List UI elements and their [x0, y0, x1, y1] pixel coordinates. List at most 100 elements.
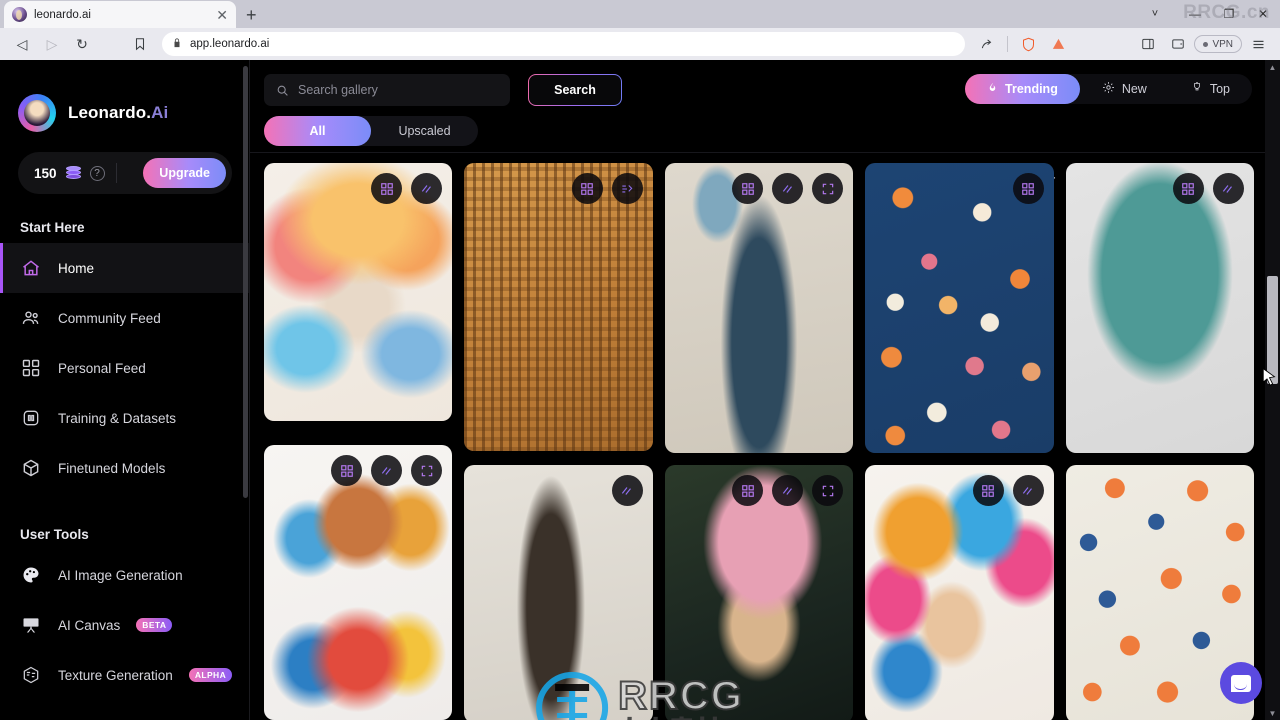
card-actions: [1172, 173, 1244, 204]
dataset-icon: [20, 407, 42, 429]
expand-icon[interactable]: [812, 173, 844, 204]
gallery-card-girl-with-glasses-colorful-splash[interactable]: [264, 445, 453, 720]
expand-icon[interactable]: [411, 455, 443, 486]
upscale-icon[interactable]: [571, 173, 603, 204]
motion-icon[interactable]: [1012, 475, 1044, 506]
filter-tab-all[interactable]: All: [264, 116, 371, 146]
lock-icon: [172, 37, 182, 51]
motion-icon[interactable]: [1212, 173, 1244, 204]
browser-actions: VPN: [973, 30, 1272, 58]
upscale-icon[interactable]: [331, 455, 363, 486]
sort-tabs: Trending New Top: [965, 74, 1252, 104]
credits-bar: 150 ? Upgrade: [18, 152, 232, 194]
card-actions: [571, 173, 643, 204]
upscale-icon[interactable]: [1172, 173, 1204, 204]
hamburger-menu-icon[interactable]: [1244, 30, 1272, 58]
sparkle-icon: [1102, 81, 1115, 97]
gallery-card-watercolor-lion-sunglasses[interactable]: [264, 163, 453, 421]
sidebar-item-home[interactable]: Home: [0, 243, 250, 293]
card-image: [264, 445, 453, 720]
search-icon: [276, 84, 289, 97]
reload-button[interactable]: ↻: [68, 30, 96, 58]
sidebar-item-personal-feed[interactable]: Personal Feed: [0, 343, 250, 393]
vpn-button[interactable]: VPN: [1194, 35, 1242, 53]
filter-tab-upscaled[interactable]: Upscaled: [371, 116, 478, 146]
gallery-card-koala-riding-bicycle[interactable]: [1065, 163, 1254, 453]
upscale-icon[interactable]: [972, 475, 1004, 506]
address-bar[interactable]: app.leonardo.ai: [162, 32, 966, 56]
upscale-icon[interactable]: [732, 475, 764, 506]
brand-logo-row[interactable]: Leonardo.Ai: [0, 78, 250, 132]
motion-icon[interactable]: [371, 455, 403, 486]
chevron-down-icon[interactable]: ˅: [1132, 0, 1178, 28]
gallery-card-pink-haired-fantasy-woman[interactable]: [664, 465, 854, 720]
maximize-button[interactable]: ❐: [1212, 0, 1246, 28]
expand-icon[interactable]: [812, 475, 844, 506]
upscale-icon[interactable]: [371, 173, 403, 204]
gallery-card-orange-blue-floral-pattern[interactable]: [865, 163, 1054, 453]
bookmark-icon[interactable]: [126, 30, 154, 58]
variation-icon[interactable]: [411, 173, 443, 204]
browser-toolbar: ◁ ▷ ↻ app.leonardo.ai VPN: [0, 28, 1280, 60]
search-input[interactable]: [298, 83, 498, 97]
brave-rewards-icon[interactable]: [1044, 30, 1072, 58]
motion-icon[interactable]: [772, 173, 804, 204]
sidebar-scrollbar[interactable]: [243, 66, 248, 498]
search-button[interactable]: Search: [528, 74, 622, 106]
new-tab-button[interactable]: +: [246, 6, 257, 28]
cube-icon: [20, 457, 42, 479]
scroll-up-arrow[interactable]: ▲: [1265, 60, 1280, 74]
motion-icon[interactable]: [772, 475, 804, 506]
question-mark-icon[interactable]: ?: [89, 165, 105, 181]
brand-name: Leonardo.Ai: [68, 103, 168, 123]
canvas-icon: [20, 614, 42, 636]
gallery-card-blue-haired-warrior-character-sheet[interactable]: [664, 163, 854, 453]
window-close-button[interactable]: ✕: [1246, 0, 1280, 28]
forward-button[interactable]: ▷: [38, 30, 66, 58]
sidebar-item-training-datasets[interactable]: Training & Datasets: [0, 393, 250, 443]
brave-shield-icon[interactable]: [1014, 30, 1042, 58]
sidebar-item-ai-image-generation[interactable]: AI Image Generation: [0, 550, 250, 600]
gallery-card-dark-haired-warrior-concept-sheet[interactable]: [464, 465, 653, 720]
section-label-start-here: Start Here: [20, 220, 85, 235]
sidebar-item-community-feed[interactable]: Community Feed: [0, 293, 250, 343]
sidebar-item-label: Personal Feed: [58, 360, 146, 376]
browser-window: leonardo.ai ✕ + ˅ — ❐ ✕ RRCG.cn ◁ ▷ ↻ ap…: [0, 0, 1280, 720]
minimize-button[interactable]: —: [1178, 0, 1212, 28]
variation-icon[interactable]: [611, 173, 643, 204]
tab-trending[interactable]: Trending: [965, 74, 1080, 104]
tab-new[interactable]: New: [1080, 74, 1169, 104]
tab-top[interactable]: Top: [1169, 74, 1252, 104]
tab-strip: leonardo.ai ✕ + ˅ — ❐ ✕: [0, 0, 1280, 28]
sidebar-item-label: Texture Generation: [58, 667, 173, 683]
sidebar-item-label: AI Image Generation: [58, 567, 183, 583]
card-image: [1065, 163, 1254, 453]
close-icon[interactable]: ✕: [216, 8, 228, 22]
scroll-down-arrow[interactable]: ▼: [1265, 706, 1280, 720]
sidebar-item-finetuned-models[interactable]: Finetuned Models: [0, 443, 250, 493]
gallery-filter-segment: All Upscaled: [264, 116, 478, 146]
search-gallery-field[interactable]: [264, 74, 510, 106]
upscale-icon[interactable]: [732, 173, 764, 204]
sidebar-item-ai-canvas[interactable]: AI Canvas BETA: [0, 600, 250, 650]
sidebar-panel-icon[interactable]: [1134, 30, 1162, 58]
sidebar-item-texture-generation[interactable]: Texture Generation ALPHA: [0, 650, 250, 700]
gallery-card-egyptian-hieroglyphs-papyrus[interactable]: [464, 163, 653, 451]
motion-icon[interactable]: [611, 475, 643, 506]
share-icon[interactable]: [973, 30, 1001, 58]
gallery-toolbar: Search All Upscaled Trending: [250, 60, 1280, 187]
back-button[interactable]: ◁: [8, 30, 36, 58]
sidebar-item-label: Finetuned Models: [58, 460, 166, 476]
gallery-panel: Search All Upscaled Trending: [250, 60, 1280, 720]
leonardo-logo-icon: [18, 94, 56, 132]
brave-wallet-icon[interactable]: [1164, 30, 1192, 58]
credits-amount: 150: [34, 165, 57, 181]
upgrade-button[interactable]: Upgrade: [143, 158, 226, 188]
sidebar-item-label: Training & Datasets: [58, 410, 177, 426]
image-gallery-grid: [250, 153, 1280, 720]
gallery-card-rainbow-hair-portrait[interactable]: [865, 465, 1054, 720]
intercom-chat-button[interactable]: [1220, 662, 1262, 704]
upscale-icon[interactable]: [1012, 173, 1044, 204]
card-image: [664, 163, 854, 453]
browser-tab[interactable]: leonardo.ai ✕: [4, 1, 236, 28]
